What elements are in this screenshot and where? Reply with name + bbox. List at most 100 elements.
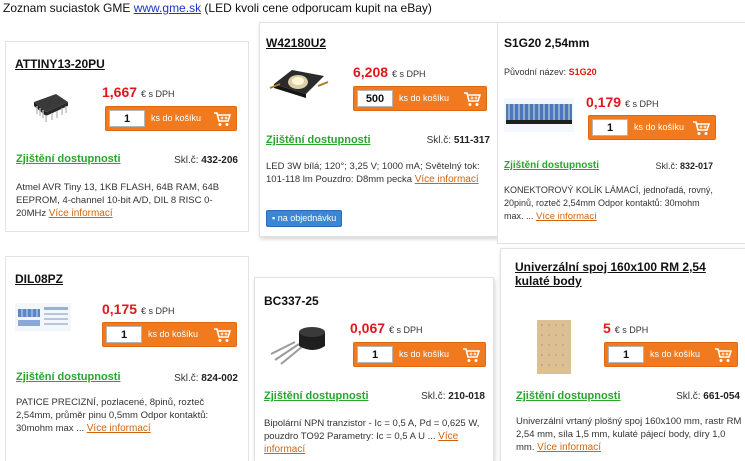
quantity-input[interactable]: 1 — [608, 346, 644, 363]
quantity-input[interactable]: 500 — [357, 90, 393, 107]
availability-link[interactable]: Zjištění dostupnosti — [266, 134, 371, 146]
availability-link[interactable]: Zjištění dostupnosti — [16, 371, 121, 383]
gme-link[interactable]: www.gme.sk — [134, 1, 201, 15]
availability-link[interactable]: Zjištění dostupnosti — [264, 390, 369, 402]
product-card-univerzalni-spoj: Univerzální spoj 160x100 RM 2,54 kulaté … — [500, 248, 745, 461]
prototype-board-image[interactable] — [537, 320, 571, 379]
stock-code-label: Skl.č: — [426, 135, 452, 146]
description-text: Atmel AVR Tiny 13, 1KB FLASH, 64B RAM, 6… — [16, 182, 220, 219]
led-3w-image[interactable] — [266, 62, 330, 111]
add-to-cart-button[interactable]: ks do košíku — [399, 93, 449, 103]
dip-socket-image[interactable] — [15, 303, 71, 336]
quantity-input[interactable]: 1 — [106, 326, 142, 343]
stock-code-value: 432-206 — [201, 155, 238, 166]
product-name[interactable]: Univerzální spoj 160x100 RM 2,54 kulaté … — [515, 260, 721, 288]
order-on-request-button[interactable]: ▪ na objednávku — [266, 210, 343, 227]
original-name-value: S1G20 — [568, 67, 597, 77]
product-description: Univerzální vrtaný plošný spoj 160x100 m… — [516, 415, 742, 454]
product-description: PATICE PRECIZNÍ, pozlacené, 8pinů, rozte… — [16, 396, 242, 435]
add-to-cart-control: 1 ks do košíku — [604, 342, 738, 367]
price-vat-label: € s DPH — [625, 99, 659, 109]
stock-code: Skl.č: 661-054 — [676, 391, 740, 402]
page-header-line: Zoznam suciastok GME www.gme.sk (LED kvo… — [3, 1, 432, 15]
cart-icon[interactable] — [714, 347, 732, 363]
product-description: Atmel AVR Tiny 13, 1KB FLASH, 64B RAM, 6… — [16, 181, 238, 220]
add-to-cart-button[interactable]: ks do košíku — [634, 122, 684, 132]
original-name-label: Původní název: — [504, 67, 567, 77]
cart-icon[interactable] — [462, 347, 480, 363]
more-info-link[interactable]: Více informací — [536, 211, 597, 222]
cart-icon[interactable] — [692, 120, 710, 136]
product-name[interactable]: BC337-25 — [264, 294, 319, 308]
price: 6,208 € s DPH — [353, 64, 426, 80]
pin-header-image[interactable] — [504, 98, 574, 137]
price-vat-label: € s DPH — [141, 306, 175, 316]
more-info-link[interactable]: Více informací — [87, 423, 151, 434]
stock-code: Skl.č: 824-002 — [174, 373, 238, 384]
add-to-cart-button[interactable]: ks do košíku — [148, 329, 198, 339]
product-description: KONEKTOROVÝ KOLÍK LÁMACÍ, jednořadá, rov… — [504, 184, 714, 223]
quantity-input[interactable]: 1 — [109, 110, 145, 127]
cart-icon[interactable] — [213, 111, 231, 127]
price-value: 0,175 — [102, 301, 138, 317]
product-name[interactable]: DIL08PZ — [15, 272, 63, 286]
quantity-input[interactable]: 1 — [357, 346, 393, 363]
price-value: 6,208 — [353, 64, 389, 80]
product-description: Bipolární NPN tranzistor - Ic = 0,5 A, P… — [264, 417, 486, 456]
order-button-label: na objednávku — [277, 213, 337, 223]
product-card-dil08pz: DIL08PZ 0,175 € s DPH 1 ks do košíku Zjiš… — [5, 256, 249, 461]
price: 5 € s DPH — [603, 320, 648, 336]
product-card-bc337: BC337-25 0,067 € s DPH 1 ks do košíku Zji… — [254, 277, 494, 461]
price-value: 0,179 — [586, 94, 622, 110]
product-name[interactable]: ATTINY13-20PU — [15, 57, 105, 71]
stock-code-value: 824-002 — [201, 373, 238, 384]
price: 1,667 € s DPH — [102, 84, 175, 100]
add-to-cart-button[interactable]: ks do košíku — [650, 349, 700, 359]
stock-code-label: Skl.č: — [174, 155, 199, 166]
product-name[interactable]: W42180U2 — [266, 36, 326, 50]
stock-code: Skl.č: 432-206 — [174, 155, 238, 166]
price-vat-label: € s DPH — [389, 325, 423, 335]
stock-code: Skl.č: 832-017 — [655, 161, 713, 171]
stock-code-value: 210-018 — [448, 391, 485, 402]
stock-code: Skl.č: 511-317 — [427, 135, 490, 146]
price-vat-label: € s DPH — [141, 89, 175, 99]
truck-icon: ▪ — [272, 213, 276, 223]
more-info-link[interactable]: Více informací — [415, 174, 479, 185]
chip-dip8-image[interactable] — [28, 86, 72, 131]
add-to-cart-control: 1 ks do košíku — [102, 322, 237, 347]
product-name[interactable]: S1G20 2,54mm — [504, 36, 589, 50]
add-to-cart-button[interactable]: ks do košíku — [399, 349, 449, 359]
transistor-to92-image[interactable] — [269, 320, 333, 371]
price: 0,175 € s DPH — [102, 301, 175, 317]
header-prefix: Zoznam suciastok GME — [3, 1, 134, 15]
stock-code-label: Skl.č: — [676, 391, 701, 402]
availability-link[interactable]: Zjištění dostupnosti — [16, 153, 121, 165]
availability-link[interactable]: Zjištění dostupnosti — [504, 160, 599, 171]
add-to-cart-control: 1 ks do košíku — [588, 115, 716, 140]
original-name: Původní název: S1G20 — [504, 67, 597, 77]
product-description: LED 3W bílá; 120°; 3,25 V; 1000 mA; Svět… — [266, 160, 488, 186]
more-info-link[interactable]: Více informací — [49, 208, 113, 219]
stock-code-value: 511-317 — [453, 135, 490, 146]
availability-link[interactable]: Zjištění dostupnosti — [516, 390, 621, 402]
product-card-s1g20: S1G20 2,54mm Původní název: S1G20 0,179 €… — [497, 22, 745, 244]
stock-code: Skl.č: 210-018 — [421, 391, 485, 402]
price-value: 5 — [603, 320, 611, 336]
cart-icon[interactable] — [463, 91, 481, 107]
price-vat-label: € s DPH — [614, 325, 649, 335]
stock-code-label: Skl.č: — [655, 161, 678, 171]
quantity-input[interactable]: 1 — [592, 119, 628, 136]
cart-icon[interactable] — [213, 327, 231, 343]
header-suffix: (LED kvoli cene odporucam kupit na eBay) — [201, 1, 432, 15]
more-info-link[interactable]: Více informací — [537, 442, 601, 453]
stock-code-label: Skl.č: — [421, 391, 446, 402]
add-to-cart-control: 1 ks do košíku — [105, 106, 237, 131]
price: 0,067 € s DPH — [350, 320, 423, 336]
add-to-cart-button[interactable]: ks do košíku — [151, 113, 201, 123]
product-card-w42180u2: W42180U2 6,208 € s DPH 500 ks do košíku Z… — [259, 22, 499, 237]
stock-code-value: 832-017 — [679, 161, 713, 171]
price-value: 0,067 — [350, 320, 386, 336]
stock-code-label: Skl.č: — [174, 373, 199, 384]
add-to-cart-control: 500 ks do košíku — [353, 86, 487, 111]
